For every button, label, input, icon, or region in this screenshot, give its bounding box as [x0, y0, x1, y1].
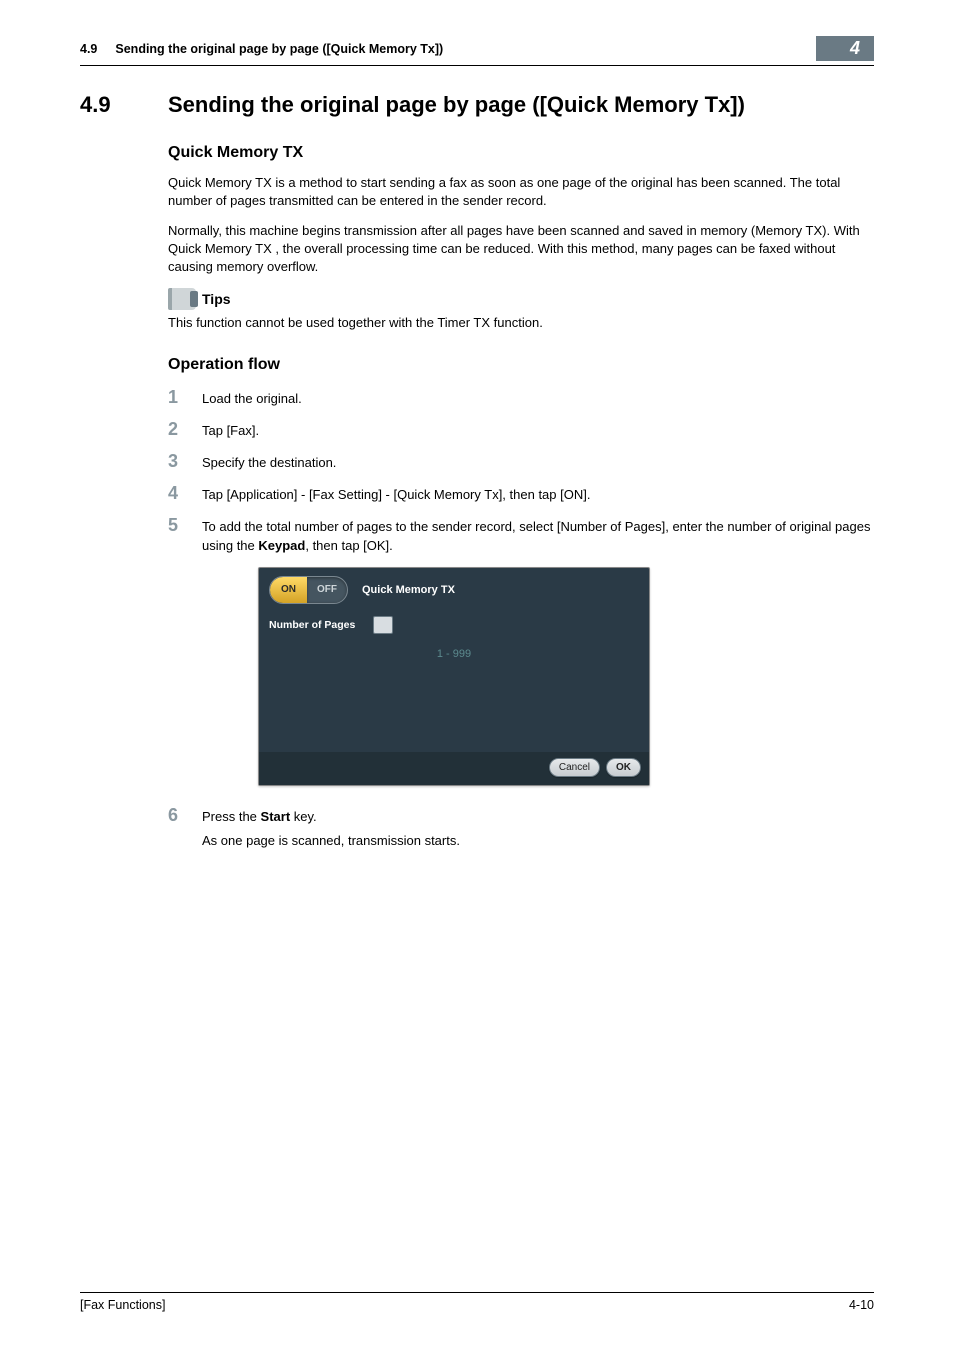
step-item: 2 Tap [Fax].: [168, 420, 874, 440]
quick-memory-toggle[interactable]: ON OFF: [269, 576, 348, 604]
step-text-bold: Start: [261, 809, 291, 824]
panel-title: Quick Memory TX: [362, 584, 455, 596]
heading-1-title: Sending the original page by page ([Quic…: [168, 92, 874, 118]
step-item: 3 Specify the destination.: [168, 452, 874, 472]
header-section-title: Sending the original page by page ([Quic…: [115, 42, 816, 56]
step-subtext: As one page is scanned, transmission sta…: [202, 832, 874, 850]
step-number: 2: [168, 420, 202, 440]
paragraph: Quick Memory TX is a method to start sen…: [168, 174, 874, 210]
running-header: 4.9 Sending the original page by page ([…: [80, 36, 874, 66]
toggle-on-button[interactable]: ON: [270, 577, 307, 603]
page-footer: [Fax Functions] 4-10: [80, 1292, 874, 1312]
step-text-pre: Press the: [202, 809, 261, 824]
step-text-post: , then tap [OK].: [305, 538, 392, 553]
header-section-number: 4.9: [80, 42, 97, 56]
tips-label: Tips: [202, 291, 231, 307]
step-number: 4: [168, 484, 202, 504]
step-text: Tap [Fax].: [202, 420, 874, 440]
step-text: Tap [Application] - [Fax Setting] - [Qui…: [202, 484, 874, 504]
step-number: 6: [168, 806, 202, 850]
number-of-pages-label: Number of Pages: [269, 619, 355, 631]
step-number: 1: [168, 388, 202, 408]
heading-operation-flow: Operation flow: [168, 356, 874, 374]
step-text: Press the Start key. As one page is scan…: [202, 806, 874, 850]
range-hint: 1 - 999: [259, 638, 649, 664]
paragraph: Normally, this machine begins transmissi…: [168, 222, 874, 276]
toggle-off-button[interactable]: OFF: [307, 577, 347, 603]
heading-1: 4.9 Sending the original page by page ([…: [80, 92, 874, 118]
step-number: 3: [168, 452, 202, 472]
step-item: 6 Press the Start key. As one page is sc…: [168, 806, 874, 850]
footer-right: 4-10: [849, 1298, 874, 1312]
step-item: 5 To add the total number of pages to th…: [168, 516, 874, 554]
heading-quick-memory-tx: Quick Memory TX: [168, 144, 874, 162]
step-text-bold: Keypad: [258, 538, 305, 553]
step-text: Load the original.: [202, 388, 874, 408]
step-item: 4 Tap [Application] - [Fax Setting] - [Q…: [168, 484, 874, 504]
step-number: 5: [168, 516, 202, 554]
step-item: 1 Load the original.: [168, 388, 874, 408]
device-screenshot: ON OFF Quick Memory TX Number of Pages 1…: [258, 567, 650, 786]
step-text-post: key.: [290, 809, 317, 824]
book-icon: [168, 288, 196, 310]
step-text: To add the total number of pages to the …: [202, 516, 874, 554]
number-of-pages-input[interactable]: [373, 616, 393, 634]
footer-left: [Fax Functions]: [80, 1298, 165, 1312]
heading-1-number: 4.9: [80, 92, 168, 118]
header-chapter-number: 4: [816, 36, 874, 61]
cancel-button[interactable]: Cancel: [549, 758, 600, 777]
tips-text: This function cannot be used together wi…: [168, 314, 874, 332]
step-text: Specify the destination.: [202, 452, 874, 472]
tips-callout: Tips: [168, 288, 874, 310]
ok-button[interactable]: OK: [606, 758, 641, 777]
